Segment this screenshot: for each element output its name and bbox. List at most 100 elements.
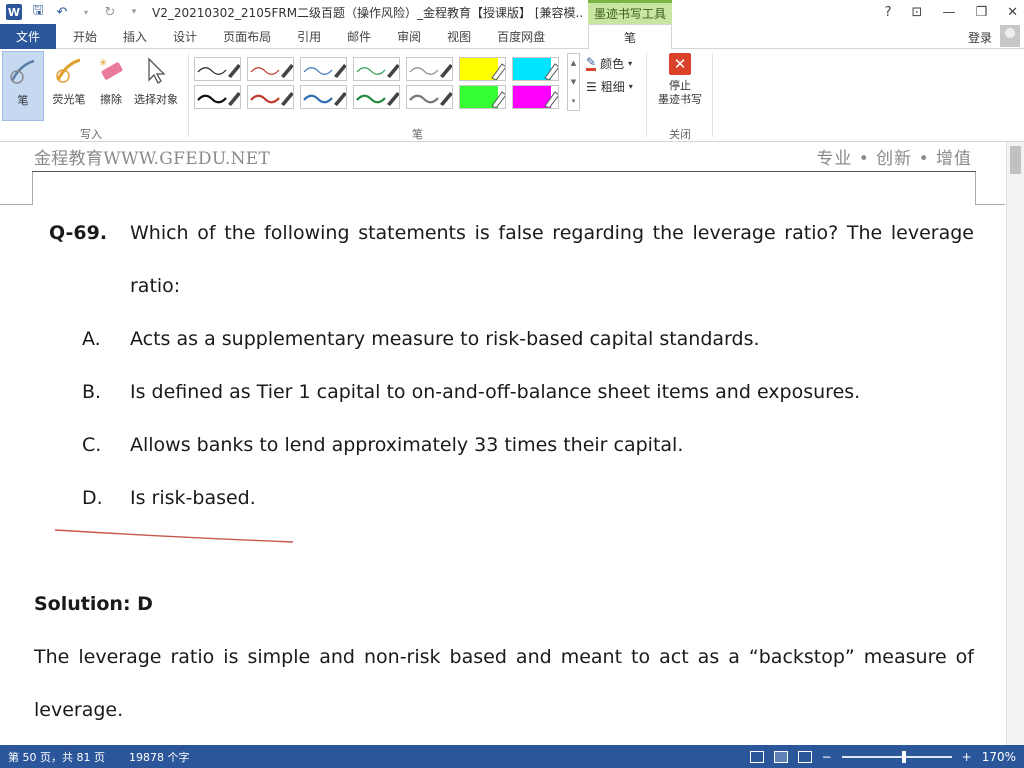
pens-group-label: 笔 — [412, 128, 423, 141]
redo-icon[interactable]: ↻ — [102, 5, 118, 20]
status-bar: 第 50 页，共 81 页 19878 个字 − + 170% — [0, 745, 1024, 768]
pen-red-swatch[interactable] — [247, 57, 294, 81]
highlighter-tool-button[interactable]: 荧光笔 — [46, 51, 92, 121]
gallery-more-icon[interactable]: ▾ — [572, 97, 576, 105]
page-header-right: 专业 • 创新 • 增值 — [816, 149, 972, 169]
tab-references[interactable]: 引用 — [284, 24, 334, 49]
read-mode-icon[interactable] — [749, 750, 764, 763]
pen-color-icon: ✎ — [586, 55, 597, 71]
tab-insert[interactable]: 插入 — [110, 24, 160, 49]
pen-gray-swatch[interactable] — [406, 57, 453, 81]
tab-pen[interactable]: 笔 — [588, 24, 672, 50]
pen-blue-swatch[interactable] — [300, 85, 347, 109]
chevron-down-icon: ▾ — [628, 82, 633, 91]
pen-color-label: 颜色 — [600, 57, 625, 71]
option-text-c: Allows banks to lend approximately 33 ti… — [130, 434, 684, 456]
close-button[interactable]: ✕ — [1007, 5, 1018, 20]
help-button[interactable]: ? — [885, 5, 892, 20]
write-group-label: 写入 — [80, 128, 102, 141]
gallery-up-icon[interactable]: ▲ — [571, 59, 576, 67]
option-letter-d: D. — [82, 487, 103, 509]
tab-mailings[interactable]: 邮件 — [334, 24, 384, 49]
title-bar: W 🖫 ↶ ▾ ↻ ▾ V2_20210302_2105FRM二级百题（操作风险… — [0, 0, 1024, 24]
eraser-tool-label: 擦除 — [100, 93, 122, 106]
ribbon-display-options-button[interactable]: ⊡ — [912, 5, 923, 20]
customize-qat-icon[interactable]: ▾ — [126, 7, 142, 17]
document-area[interactable]: 金程教育WWW.GFEDU.NET 专业 • 创新 • 增值 Q-69. Whi… — [0, 142, 1024, 745]
ribbon-tab-row: 文件 开始 插入 设计 页面布局 引用 邮件 审阅 视图 百度网盘 笔 登录 — [0, 23, 1024, 50]
zoom-slider-thumb[interactable] — [901, 750, 906, 763]
option-letter-c: C. — [82, 434, 102, 456]
pen-black-swatch[interactable] — [194, 57, 241, 81]
restore-button[interactable]: ❐ — [975, 5, 987, 20]
highlighter-tool-label: 荧光笔 — [52, 93, 86, 106]
vertical-scrollbar[interactable] — [1006, 142, 1024, 745]
ink-underline-stroke — [54, 529, 294, 543]
margin-corner-mark — [975, 172, 976, 205]
chevron-down-icon: ▾ — [628, 59, 633, 68]
pen-tool-label: 笔 — [17, 94, 29, 107]
solution-text-line1: The leverage ratio is simple and non-ris… — [34, 646, 974, 668]
scrollbar-thumb[interactable] — [1010, 146, 1021, 174]
save-icon[interactable]: 🖫 — [30, 1, 46, 23]
select-objects-label: 选择对象 — [134, 93, 178, 106]
avatar[interactable] — [1000, 25, 1020, 47]
tab-design[interactable]: 设计 — [160, 24, 210, 49]
page-header-left: 金程教育WWW.GFEDU.NET — [34, 149, 271, 169]
highlighter-green-swatch[interactable] — [459, 85, 506, 109]
pen-red-swatch[interactable] — [247, 85, 294, 109]
tab-view[interactable]: 视图 — [434, 24, 484, 49]
gallery-scroll[interactable]: ▲ ▼ ▾ — [567, 53, 580, 111]
pen-icon — [8, 52, 38, 92]
pen-color-button[interactable]: ✎ 颜色 ▾ — [586, 55, 632, 72]
word-logo-icon[interactable]: W — [6, 4, 22, 20]
pen-green-swatch[interactable] — [353, 57, 400, 81]
pen-thickness-button[interactable]: ☰ 粗细 ▾ — [586, 78, 633, 95]
highlighter-yellow-swatch[interactable] — [459, 57, 506, 81]
pen-gray-swatch[interactable] — [406, 85, 453, 109]
solution-label: Solution: D — [34, 593, 153, 615]
eraser-tool-button[interactable]: ✳ 擦除 — [88, 51, 134, 121]
pen-tool-button[interactable]: 笔 — [2, 51, 44, 121]
print-layout-icon[interactable] — [773, 750, 788, 763]
svg-text:✳: ✳ — [99, 58, 107, 69]
login-link[interactable]: 登录 — [968, 29, 992, 46]
question-text-line1: Which of the following statements is fal… — [130, 222, 974, 244]
page-count[interactable]: 第 50 页，共 81 页 — [8, 749, 105, 765]
ribbon-pen: 笔 荧光笔 ✳ 擦除 选择对象 写入 ▲ ▼ ▾ ✎ 颜色 ▾ ☰ 粗细 ▾ 笔 — [0, 49, 1024, 142]
tab-file[interactable]: 文件 — [0, 23, 57, 49]
margin-corner-mark — [0, 204, 33, 205]
tab-home[interactable]: 开始 — [60, 24, 110, 49]
zoom-slider[interactable] — [841, 750, 952, 763]
minimize-button[interactable]: — — [942, 5, 955, 20]
highlighter-cyan-swatch[interactable] — [512, 57, 559, 81]
tab-page-layout[interactable]: 页面布局 — [210, 24, 284, 49]
option-text-d: Is risk-based. — [130, 487, 256, 509]
group-separator — [646, 53, 647, 137]
highlighter-magenta-swatch[interactable] — [512, 85, 559, 109]
arrow-pointer-icon — [143, 51, 169, 91]
eraser-icon: ✳ — [96, 51, 126, 91]
web-layout-icon[interactable] — [797, 750, 812, 763]
zoom-in-button[interactable]: + — [962, 750, 972, 764]
question-number: Q-69. — [49, 222, 108, 244]
question-text-line2: ratio: — [130, 275, 181, 297]
stop-inking-button[interactable]: ✕ 停止 墨迹书写 — [652, 53, 708, 107]
pen-black-swatch[interactable] — [194, 85, 241, 109]
zoom-level[interactable]: 170% — [982, 750, 1016, 764]
option-letter-a: A. — [82, 328, 101, 350]
word-count[interactable]: 19878 个字 — [129, 749, 190, 765]
undo-dropdown-icon[interactable]: ▾ — [78, 8, 94, 17]
select-objects-button[interactable]: 选择对象 — [130, 51, 182, 121]
pen-blue-swatch[interactable] — [300, 57, 347, 81]
pen-thickness-label: 粗细 — [600, 80, 625, 94]
tab-review[interactable]: 审阅 — [384, 24, 434, 49]
gallery-down-icon[interactable]: ▼ — [571, 78, 576, 86]
pen-green-swatch[interactable] — [353, 85, 400, 109]
close-group-label: 关闭 — [669, 128, 691, 141]
undo-icon[interactable]: ↶ — [54, 5, 70, 20]
quick-access-toolbar: W 🖫 ↶ ▾ ↻ ▾ — [0, 0, 142, 24]
zoom-out-button[interactable]: − — [822, 750, 832, 764]
thickness-icon: ☰ — [586, 79, 597, 94]
tab-baidu-netdisk[interactable]: 百度网盘 — [484, 24, 558, 49]
